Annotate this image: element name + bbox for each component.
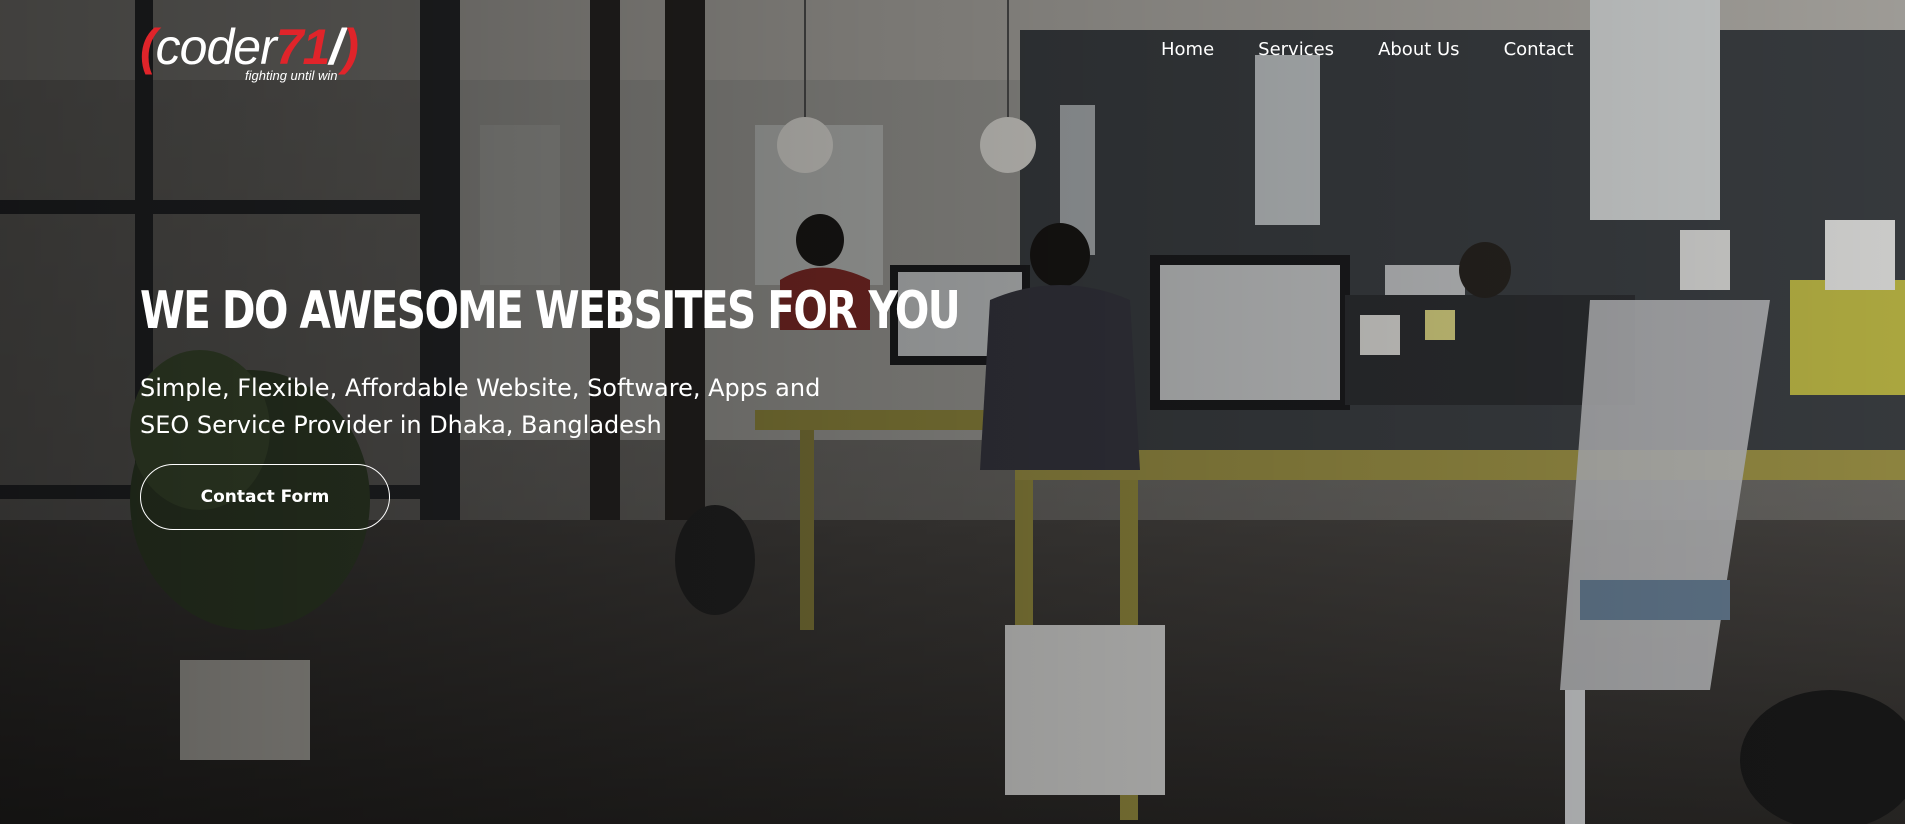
site-logo[interactable]: (coder71/) fighting until win xyxy=(140,18,400,90)
hero-subtext: Simple, Flexible, Affordable Website, So… xyxy=(140,370,900,444)
hero-section: (coder71/) fighting until win Home Servi… xyxy=(0,0,1905,824)
logo-slash: / xyxy=(329,19,343,75)
logo-close-bracket: ) xyxy=(342,19,359,75)
hero-headline: WE DO AWESOME WEBSITES FOR YOU xyxy=(140,281,961,341)
main-nav: Home Services About Us Contact xyxy=(1161,38,1574,62)
nav-about-us[interactable]: About Us xyxy=(1378,38,1460,62)
nav-contact[interactable]: Contact xyxy=(1504,38,1574,62)
logo-word: coder xyxy=(155,19,277,75)
hero-subtext-line-2: SEO Service Provider in Dhaka, Banglades… xyxy=(140,411,662,439)
contact-form-button[interactable]: Contact Form xyxy=(140,464,390,530)
hero-subtext-line-1: Simple, Flexible, Affordable Website, So… xyxy=(140,374,821,402)
logo-tagline: fighting until win xyxy=(245,68,338,83)
logo-open-bracket: ( xyxy=(140,19,157,75)
nav-services[interactable]: Services xyxy=(1258,38,1334,62)
logo-number: 71 xyxy=(275,19,331,75)
nav-home[interactable]: Home xyxy=(1161,38,1214,62)
